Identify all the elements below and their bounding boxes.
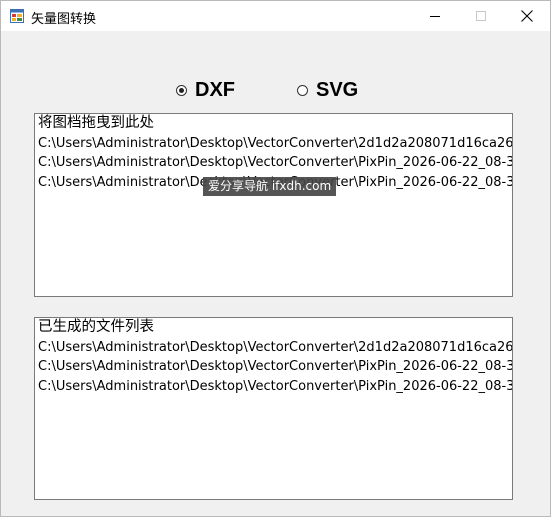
output-list-header[interactable]: 已生成的文件列表 xyxy=(35,318,512,338)
output-list-item[interactable]: C:\Users\Administrator\Desktop\VectorCon… xyxy=(35,338,512,358)
input-list-header[interactable]: 将图档拖曳到此处 xyxy=(35,114,512,134)
window-title: 矢量图转换 xyxy=(31,12,97,27)
radio-dxf-indicator[interactable] xyxy=(176,84,187,96)
minimize-button[interactable] xyxy=(412,1,458,31)
maximize-icon xyxy=(476,11,486,21)
close-icon xyxy=(521,10,533,22)
output-list-item[interactable]: C:\Users\Administrator\Desktop\VectorCon… xyxy=(35,377,512,397)
radio-dxf[interactable]: DXF xyxy=(176,77,235,103)
maximize-button[interactable] xyxy=(458,1,504,31)
title-bar[interactable]: 矢量图转换 xyxy=(1,1,550,31)
radio-svg[interactable]: SVG xyxy=(297,77,358,103)
close-button[interactable] xyxy=(504,1,550,31)
radio-dxf-label[interactable]: DXF xyxy=(195,77,235,103)
output-file-list[interactable]: 已生成的文件列表 C:\Users\Administrator\Desktop\… xyxy=(34,317,513,500)
watermark-badge: 爱分享导航 ifxdh.com xyxy=(203,177,337,196)
input-list-item[interactable]: C:\Users\Administrator\Desktop\VectorCon… xyxy=(35,153,512,173)
app-window-icon xyxy=(10,9,24,23)
radio-svg-label[interactable]: SVG xyxy=(316,77,358,103)
output-list-item[interactable]: C:\Users\Administrator\Desktop\VectorCon… xyxy=(35,357,512,377)
input-file-list[interactable]: 将图档拖曳到此处 C:\Users\Administrator\Desktop\… xyxy=(34,113,513,297)
minimize-icon xyxy=(430,16,440,17)
input-list-item[interactable]: C:\Users\Administrator\Desktop\VectorCon… xyxy=(35,134,512,154)
app-window: 矢量图转换 DXF SVG 将图档拖曳到此处 C:\Users\Administ… xyxy=(0,0,551,517)
radio-svg-indicator[interactable] xyxy=(297,84,308,96)
